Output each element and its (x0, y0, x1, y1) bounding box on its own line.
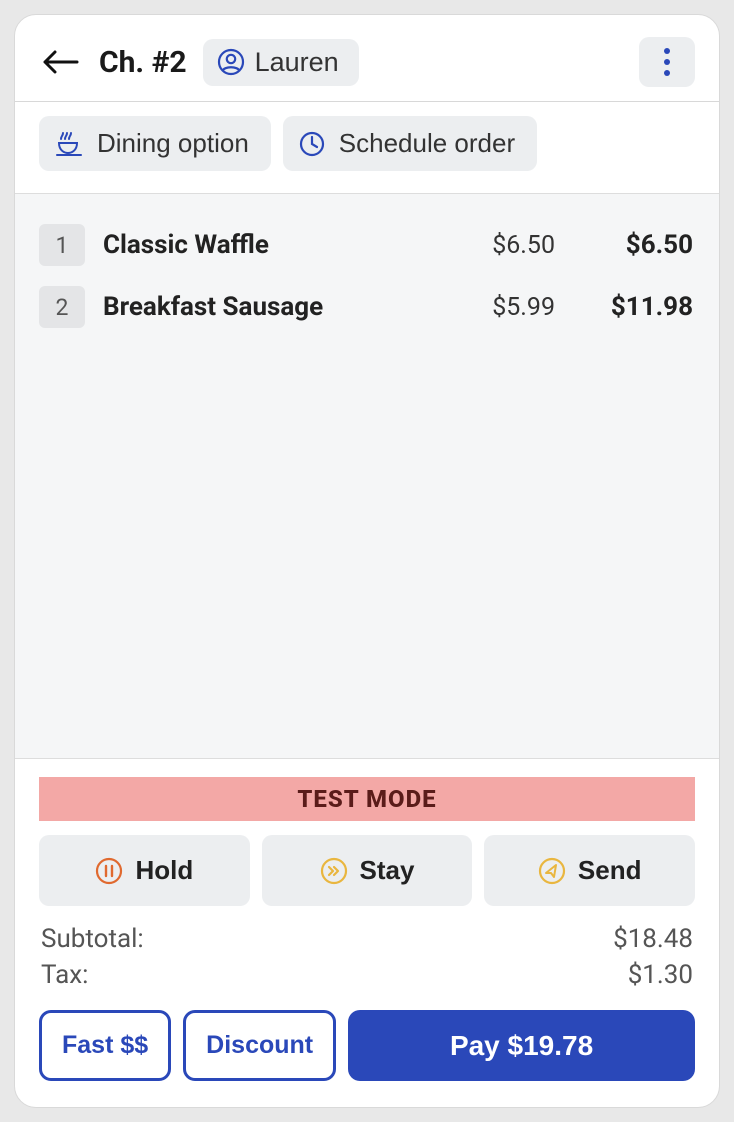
tax-line: Tax: $1.30 (41, 960, 693, 990)
tax-value: $1.30 (628, 960, 693, 990)
action-row: Hold Stay Send (39, 835, 695, 906)
discount-button[interactable]: Discount (183, 1010, 336, 1081)
clock-icon (299, 131, 325, 157)
item-name: Breakfast Sausage (103, 292, 427, 322)
arrow-left-icon (43, 50, 79, 74)
back-button[interactable] (39, 40, 83, 84)
pay-button[interactable]: Pay $19.78 (348, 1010, 695, 1081)
item-row[interactable]: 1 Classic Waffle $6.50 $6.50 (39, 214, 693, 276)
order-card: Ch. #2 Lauren Dining (14, 14, 720, 1108)
item-unit-price: $6.50 (445, 231, 555, 260)
subtotal-value: $18.48 (613, 924, 693, 954)
dining-icon (55, 131, 83, 157)
totals: Subtotal: $18.48 Tax: $1.30 (39, 920, 695, 996)
customer-chip[interactable]: Lauren (203, 39, 359, 86)
test-mode-banner: TEST MODE (39, 777, 695, 821)
chevrons-circle-icon (320, 857, 348, 885)
pay-row: Fast $$ Discount Pay $19.78 (39, 1010, 695, 1081)
item-line-total: $11.98 (573, 292, 693, 322)
pause-circle-icon (95, 857, 123, 885)
hold-button[interactable]: Hold (39, 835, 250, 906)
send-circle-icon (538, 857, 566, 885)
item-unit-price: $5.99 (445, 293, 555, 322)
dining-option-label: Dining option (97, 128, 249, 159)
tax-label: Tax: (41, 960, 88, 990)
schedule-order-label: Schedule order (339, 128, 515, 159)
items-list: 1 Classic Waffle $6.50 $6.50 2 Breakfast… (15, 193, 719, 759)
kebab-icon (663, 47, 671, 77)
subtotal-label: Subtotal: (41, 924, 144, 954)
divider (15, 101, 719, 102)
item-name: Classic Waffle (103, 230, 427, 260)
fast-cash-button[interactable]: Fast $$ (39, 1010, 171, 1081)
customer-name: Lauren (255, 47, 339, 78)
item-qty: 2 (39, 286, 85, 328)
options-row: Dining option Schedule order (15, 112, 719, 193)
footer: TEST MODE Hold Stay (15, 759, 719, 1107)
item-line-total: $6.50 (573, 230, 693, 260)
more-menu-button[interactable] (639, 37, 695, 87)
check-title: Ch. #2 (99, 45, 187, 80)
send-button[interactable]: Send (484, 835, 695, 906)
person-icon (217, 48, 245, 76)
send-label: Send (578, 855, 642, 886)
header: Ch. #2 Lauren (15, 15, 719, 101)
dining-option-button[interactable]: Dining option (39, 116, 271, 171)
hold-label: Hold (135, 855, 193, 886)
item-row[interactable]: 2 Breakfast Sausage $5.99 $11.98 (39, 276, 693, 338)
item-qty: 1 (39, 224, 85, 266)
stay-label: Stay (360, 855, 415, 886)
schedule-order-button[interactable]: Schedule order (283, 116, 537, 171)
stay-button[interactable]: Stay (262, 835, 473, 906)
subtotal-line: Subtotal: $18.48 (41, 924, 693, 954)
